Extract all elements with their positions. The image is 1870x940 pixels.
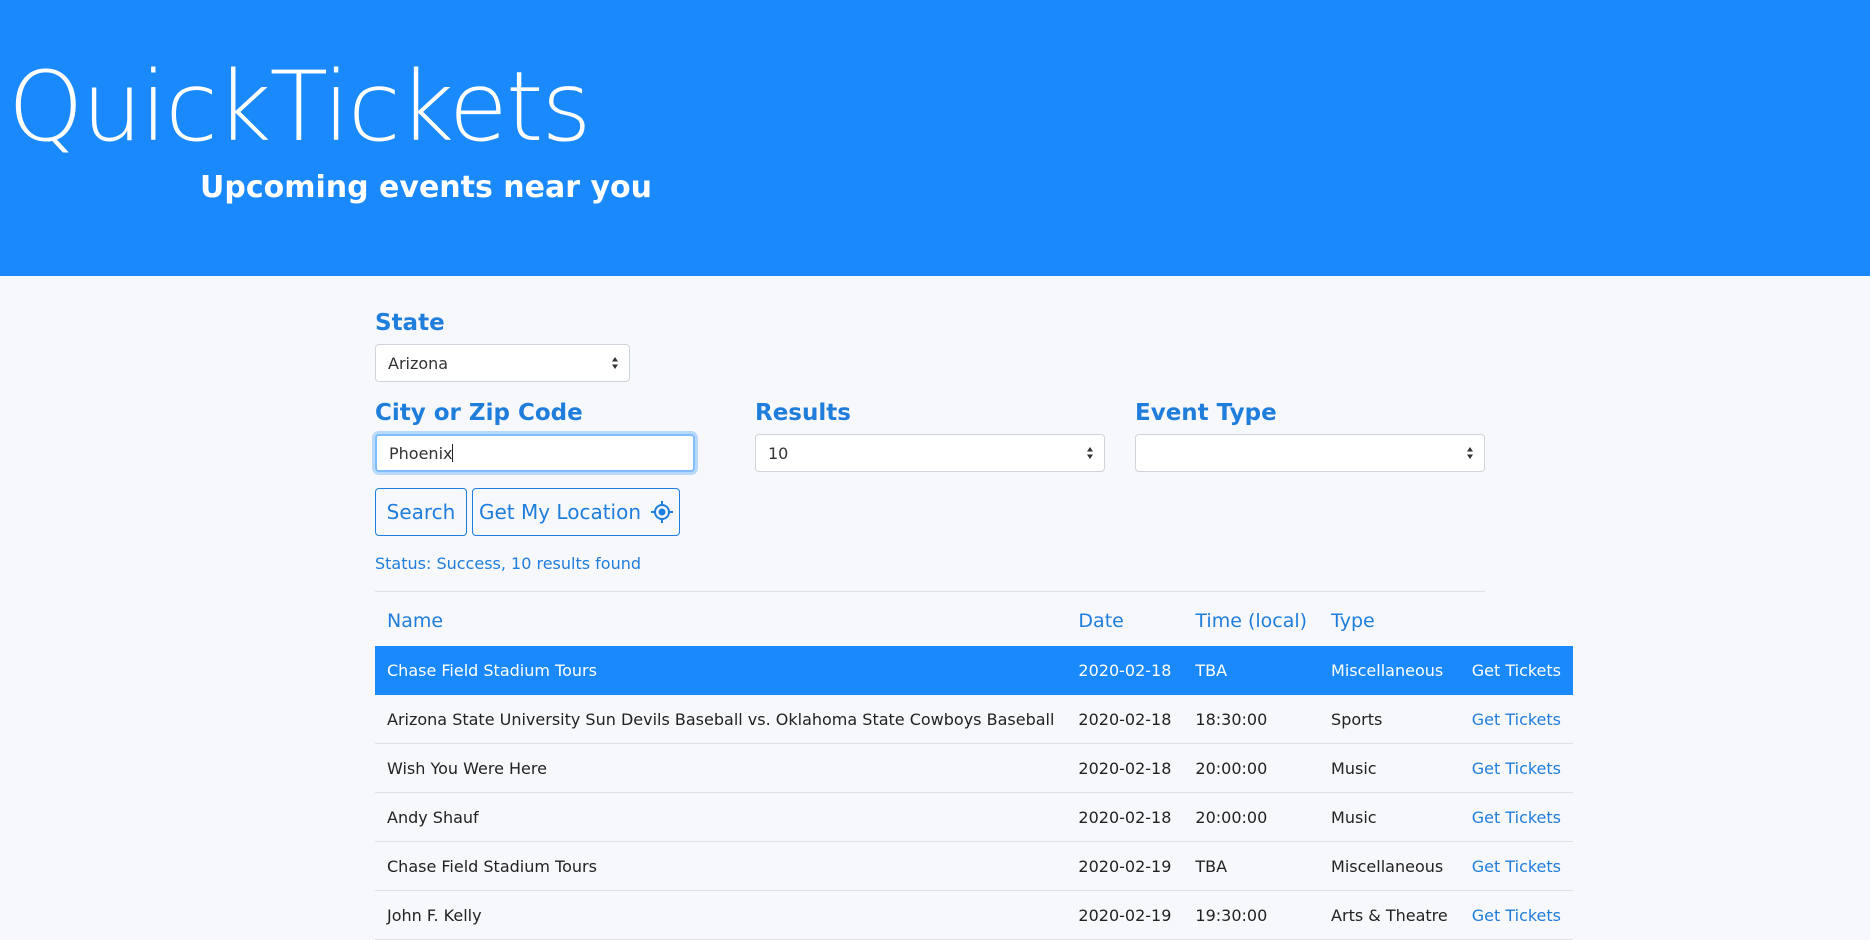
city-input-value: Phoenix bbox=[389, 443, 453, 463]
event-date: 2020-02-18 bbox=[1066, 792, 1184, 842]
event-type-select[interactable] bbox=[1135, 434, 1485, 472]
column-header-date[interactable]: Date bbox=[1066, 596, 1183, 646]
event-type-label: Event Type bbox=[1135, 400, 1277, 426]
table-row[interactable]: Andy Shauf 2020-02-18 20:00:00 Music Get… bbox=[375, 792, 1574, 842]
event-name: Chase Field Stadium Tours bbox=[375, 646, 1067, 695]
event-date: 2020-02-18 bbox=[1066, 646, 1184, 695]
get-location-button[interactable]: Get My Location bbox=[472, 488, 680, 536]
state-select-value: Arizona bbox=[388, 353, 449, 373]
event-name: Arizona State University Sun Devils Base… bbox=[375, 694, 1067, 744]
event-date: 2020-02-19 bbox=[1066, 890, 1184, 940]
table-row[interactable]: John F. Kelly 2020-02-19 19:30:00 Arts &… bbox=[375, 890, 1574, 940]
get-tickets-link[interactable]: Get Tickets bbox=[1459, 694, 1574, 744]
event-time: 20:00:00 bbox=[1183, 743, 1320, 793]
text-cursor bbox=[452, 444, 454, 462]
search-button[interactable]: Search bbox=[375, 488, 467, 536]
sort-caret-icon bbox=[612, 357, 618, 369]
event-time: 19:30:00 bbox=[1183, 890, 1320, 940]
event-type: Miscellaneous bbox=[1319, 841, 1460, 891]
column-header-time[interactable]: Time (local) bbox=[1183, 596, 1319, 646]
results-select-value: 10 bbox=[768, 443, 789, 463]
results-label: Results bbox=[755, 400, 851, 426]
column-header-link bbox=[1460, 596, 1573, 646]
search-button-label: Search bbox=[386, 500, 456, 524]
event-time: 20:00:00 bbox=[1183, 792, 1320, 842]
event-type: Miscellaneous bbox=[1319, 646, 1460, 695]
get-location-button-label: Get My Location bbox=[478, 500, 642, 524]
crosshair-icon bbox=[651, 501, 674, 523]
event-type: Arts & Theatre bbox=[1319, 890, 1460, 940]
event-date: 2020-02-18 bbox=[1066, 743, 1184, 793]
get-tickets-link[interactable]: Get Tickets bbox=[1459, 890, 1574, 940]
table-header-row: Name Date Time (local) Type bbox=[375, 596, 1573, 646]
app-title: QuickTickets bbox=[8, 51, 591, 163]
city-label: City or Zip Code bbox=[375, 400, 583, 426]
page-subtitle: Upcoming events near you bbox=[200, 170, 653, 205]
event-type: Music bbox=[1319, 792, 1460, 842]
event-time: 18:30:00 bbox=[1183, 694, 1320, 744]
get-tickets-link[interactable]: Get Tickets bbox=[1459, 792, 1574, 842]
event-time: TBA bbox=[1183, 841, 1320, 891]
event-time: TBA bbox=[1183, 646, 1320, 695]
event-date: 2020-02-18 bbox=[1066, 694, 1184, 744]
state-select[interactable]: Arizona bbox=[375, 344, 630, 382]
event-name: John F. Kelly bbox=[375, 890, 1067, 940]
column-header-type[interactable]: Type bbox=[1319, 596, 1460, 646]
divider bbox=[375, 591, 1485, 592]
event-type: Music bbox=[1319, 743, 1460, 793]
event-type: Sports bbox=[1319, 694, 1460, 744]
city-input[interactable]: Phoenix bbox=[375, 434, 695, 472]
results-select[interactable]: 10 bbox=[755, 434, 1105, 472]
event-name: Andy Shauf bbox=[375, 792, 1067, 842]
table-row[interactable]: Wish You Were Here 2020-02-18 20:00:00 M… bbox=[375, 743, 1574, 793]
state-label: State bbox=[375, 310, 445, 336]
sort-caret-icon bbox=[1467, 447, 1473, 459]
get-tickets-link[interactable]: Get Tickets bbox=[1459, 841, 1574, 891]
get-tickets-link[interactable]: Get Tickets bbox=[1459, 646, 1574, 695]
table-row[interactable]: Chase Field Stadium Tours 2020-02-18 TBA… bbox=[375, 646, 1574, 695]
table-row[interactable]: Arizona State University Sun Devils Base… bbox=[375, 694, 1574, 744]
event-date: 2020-02-19 bbox=[1066, 841, 1184, 891]
event-name: Chase Field Stadium Tours bbox=[375, 841, 1067, 891]
status-message: Status: Success, 10 results found bbox=[375, 554, 642, 573]
events-table: Name Date Time (local) Type Chase Field … bbox=[375, 596, 1574, 940]
sort-caret-icon bbox=[1087, 447, 1093, 459]
column-header-name[interactable]: Name bbox=[375, 596, 1066, 646]
table-row[interactable]: Chase Field Stadium Tours 2020-02-19 TBA… bbox=[375, 841, 1574, 891]
hero-banner: QuickTickets Upcoming events near you bbox=[0, 0, 1870, 276]
event-name: Wish You Were Here bbox=[375, 743, 1067, 793]
get-tickets-link[interactable]: Get Tickets bbox=[1459, 743, 1574, 793]
